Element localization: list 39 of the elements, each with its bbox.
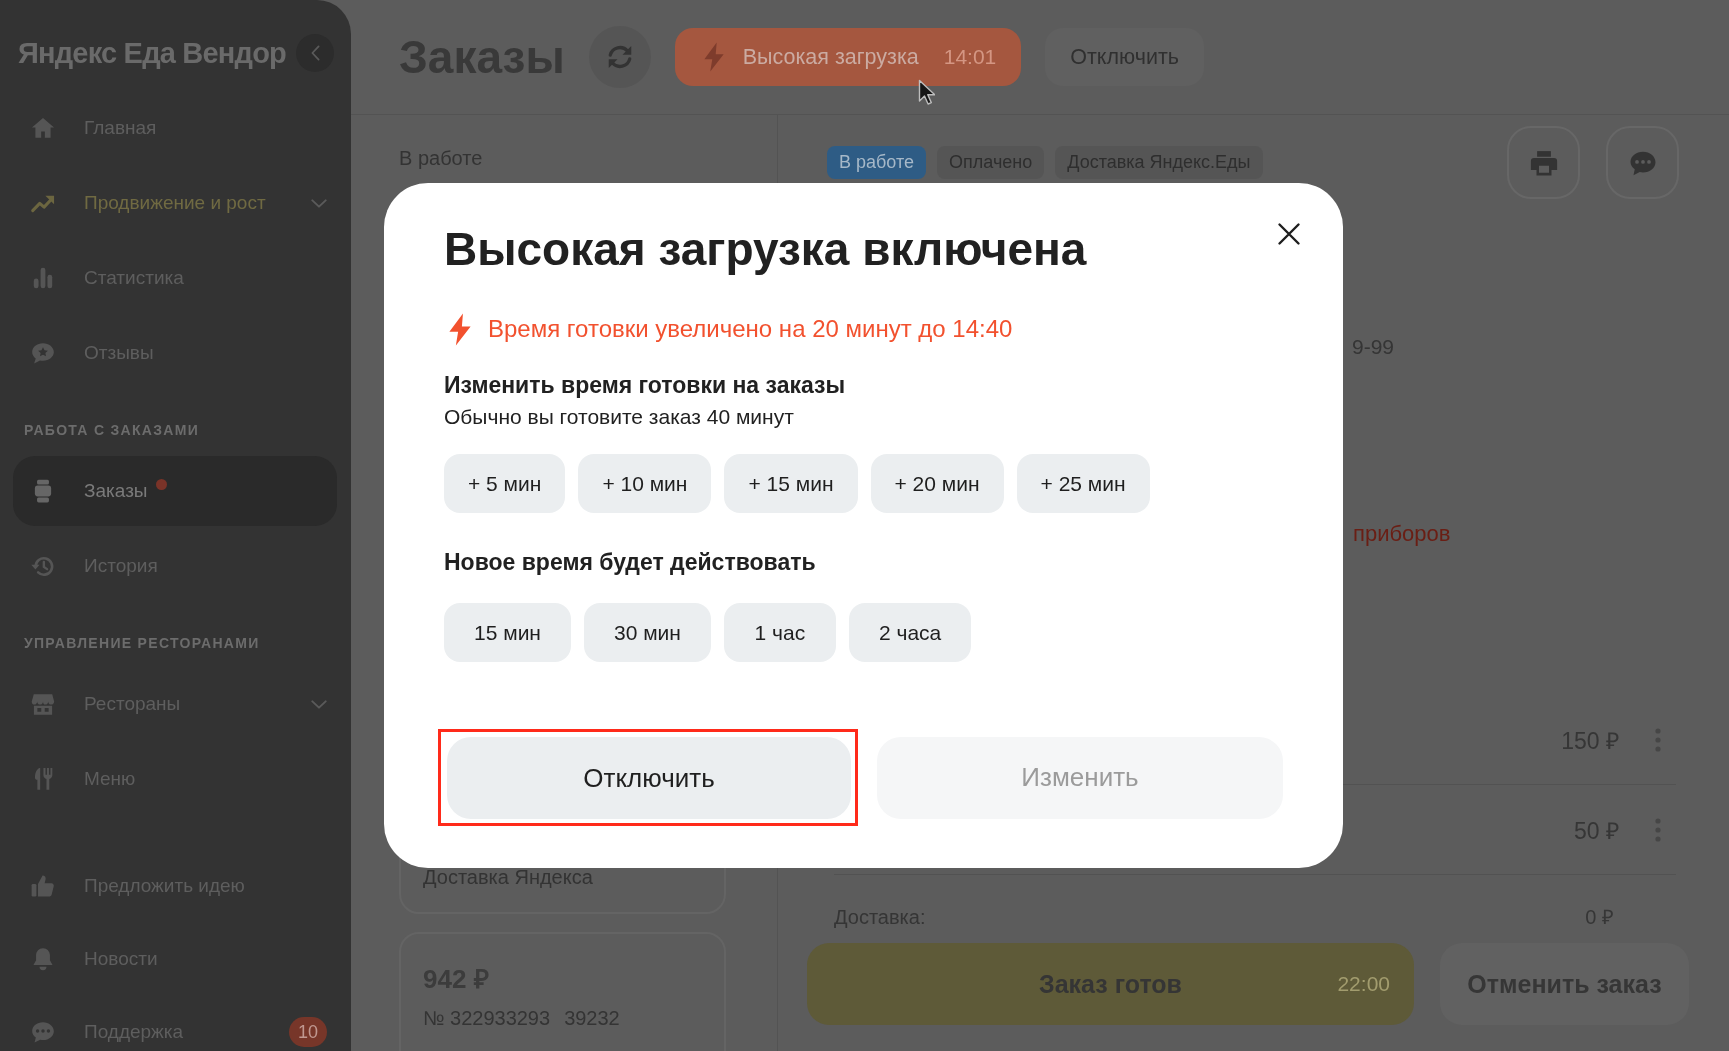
thumbs-up-icon (30, 873, 56, 899)
chevron-left-icon (310, 45, 320, 61)
time-option[interactable]: + 10 мин (578, 454, 712, 513)
close-button[interactable] (1277, 222, 1301, 246)
duration-option[interactable]: 30 мин (583, 603, 711, 662)
section-heading: РАБОТА С ЗАКАЗАМИ (23, 421, 201, 439)
high-load-button[interactable]: Высокая загрузка 14:01 (674, 28, 1022, 86)
count-badge: 10 (288, 1017, 327, 1047)
nav-item[interactable]: Продвижение и рост (13, 185, 337, 221)
lightning-icon (702, 42, 725, 72)
time-option[interactable]: + 5 мин (444, 454, 566, 513)
collapse-button[interactable] (296, 34, 334, 72)
notice-text: Время готовки увеличено на 20 минут до 14:40 (488, 315, 1013, 343)
time-option[interactable]: + 20 мин (870, 454, 1004, 513)
chat-button[interactable] (1606, 126, 1679, 199)
time-option[interactable]: + 15 мин (724, 454, 858, 513)
star-bubble-icon (30, 340, 56, 366)
print-button[interactable] (1507, 126, 1580, 199)
section-heading: Изменить время готовки на заказы (444, 372, 846, 399)
section-heading: Новое время будет действовать (444, 549, 816, 576)
lightning-icon (447, 312, 473, 346)
home-icon (30, 115, 56, 141)
section-heading: УПРАВЛЕНИЕ РЕСТОРАНАМИ (23, 634, 261, 652)
status-tag: В работе (827, 146, 926, 179)
chevron-down-icon (311, 699, 327, 709)
hint-text: Обычно вы готовите заказ 40 минут (444, 405, 794, 429)
chat-icon (30, 1019, 56, 1045)
close-icon (1277, 222, 1301, 246)
duration-option[interactable]: 1 час (723, 603, 836, 662)
cursor-icon (918, 79, 935, 106)
duration-option[interactable]: 15 мин (444, 603, 571, 662)
nav-item[interactable]: Заказы (13, 456, 337, 526)
shop-icon (30, 691, 56, 717)
disable-button[interactable]: Отключить (447, 737, 851, 819)
time-option[interactable]: + 25 мин (1016, 454, 1150, 513)
text-fragment: приборов (1353, 522, 1451, 546)
duration-option[interactable]: 2 часа (848, 603, 972, 662)
chevron-down-icon (311, 198, 327, 208)
modal-title: Высокая загрузка включена (444, 224, 1087, 274)
